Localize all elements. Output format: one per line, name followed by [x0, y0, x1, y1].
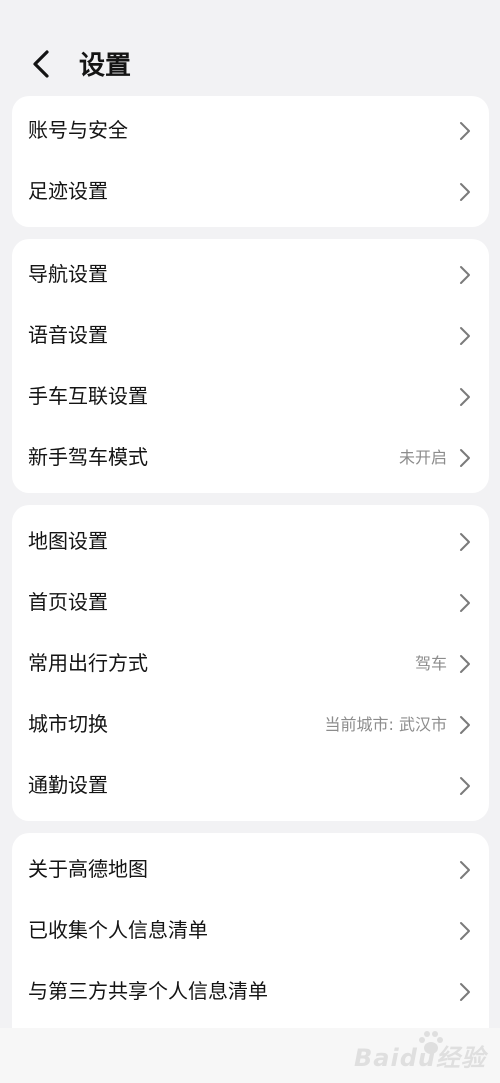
row-label: 通勤设置 — [28, 773, 108, 797]
chevron-right-icon — [459, 387, 471, 407]
chevron-right-icon — [459, 121, 471, 141]
chevron-right-icon — [459, 982, 471, 1002]
row-account-security[interactable]: 账号与安全 — [12, 100, 489, 161]
row-third-party-shared-info-list[interactable]: 与第三方共享个人信息清单 — [12, 961, 489, 1022]
settings-card-map: 地图设置 首页设置 常用出行方式 驾车 城市切换 当前城市: 武汉市 通勤设置 — [12, 505, 489, 821]
row-about-amap[interactable]: 关于高德地图 — [12, 839, 489, 900]
row-status-value: 驾车 — [414, 654, 447, 673]
chevron-right-icon — [459, 326, 471, 346]
watermark-text: Baidu经验 — [354, 1044, 486, 1072]
row-footprint-settings[interactable]: 足迹设置 — [12, 161, 489, 222]
row-label: 与第三方共享个人信息清单 — [28, 979, 268, 1003]
settings-card-about: 关于高德地图 已收集个人信息清单 与第三方共享个人信息清单 — [12, 833, 489, 1048]
page-title: 设置 — [79, 51, 132, 81]
chevron-right-icon — [459, 654, 471, 674]
top-bar: 设置 — [0, 36, 500, 96]
settings-card-navigation: 导航设置 语音设置 手车互联设置 新手驾车模式 未开启 — [12, 239, 489, 493]
row-phone-car-link-settings[interactable]: 手车互联设置 — [12, 366, 489, 427]
row-city-switch[interactable]: 城市切换 当前城市: 武汉市 — [12, 694, 489, 755]
row-status-value: 未开启 — [398, 448, 447, 467]
row-label: 首页设置 — [28, 590, 108, 614]
row-map-settings[interactable]: 地图设置 — [12, 511, 489, 572]
row-label: 常用出行方式 — [28, 651, 148, 675]
row-common-travel-mode[interactable]: 常用出行方式 驾车 — [12, 633, 489, 694]
chevron-right-icon — [459, 860, 471, 880]
chevron-left-icon — [33, 50, 49, 78]
row-label: 账号与安全 — [28, 118, 128, 142]
row-novice-driving-mode[interactable]: 新手驾车模式 未开启 — [12, 427, 489, 488]
chevron-right-icon — [459, 593, 471, 613]
chevron-right-icon — [459, 921, 471, 941]
row-label: 足迹设置 — [28, 179, 108, 203]
row-label: 手车互联设置 — [28, 384, 148, 408]
row-label: 导航设置 — [28, 262, 108, 286]
back-button[interactable] — [22, 46, 62, 86]
settings-card-account: 账号与安全 足迹设置 — [12, 96, 489, 227]
row-label: 语音设置 — [28, 323, 108, 347]
chevron-right-icon — [459, 448, 471, 468]
chevron-right-icon — [459, 182, 471, 202]
row-commute-settings[interactable]: 通勤设置 — [12, 755, 489, 816]
row-label: 关于高德地图 — [28, 857, 148, 881]
row-navigation-settings[interactable]: 导航设置 — [12, 244, 489, 305]
row-voice-settings[interactable]: 语音设置 — [12, 305, 489, 366]
chevron-right-icon — [459, 532, 471, 552]
row-label: 城市切换 — [28, 712, 108, 736]
chevron-right-icon — [459, 715, 471, 735]
row-label: 地图设置 — [28, 529, 108, 553]
row-home-settings[interactable]: 首页设置 — [12, 572, 489, 633]
row-status-value: 当前城市: 武汉市 — [324, 715, 447, 734]
baidu-jingyan-watermark: Baidu经验 — [330, 1026, 490, 1078]
chevron-right-icon — [459, 265, 471, 285]
row-label: 新手驾车模式 — [28, 445, 148, 469]
row-label: 已收集个人信息清单 — [28, 918, 208, 942]
row-collected-personal-info-list[interactable]: 已收集个人信息清单 — [12, 900, 489, 961]
chevron-right-icon — [459, 776, 471, 796]
